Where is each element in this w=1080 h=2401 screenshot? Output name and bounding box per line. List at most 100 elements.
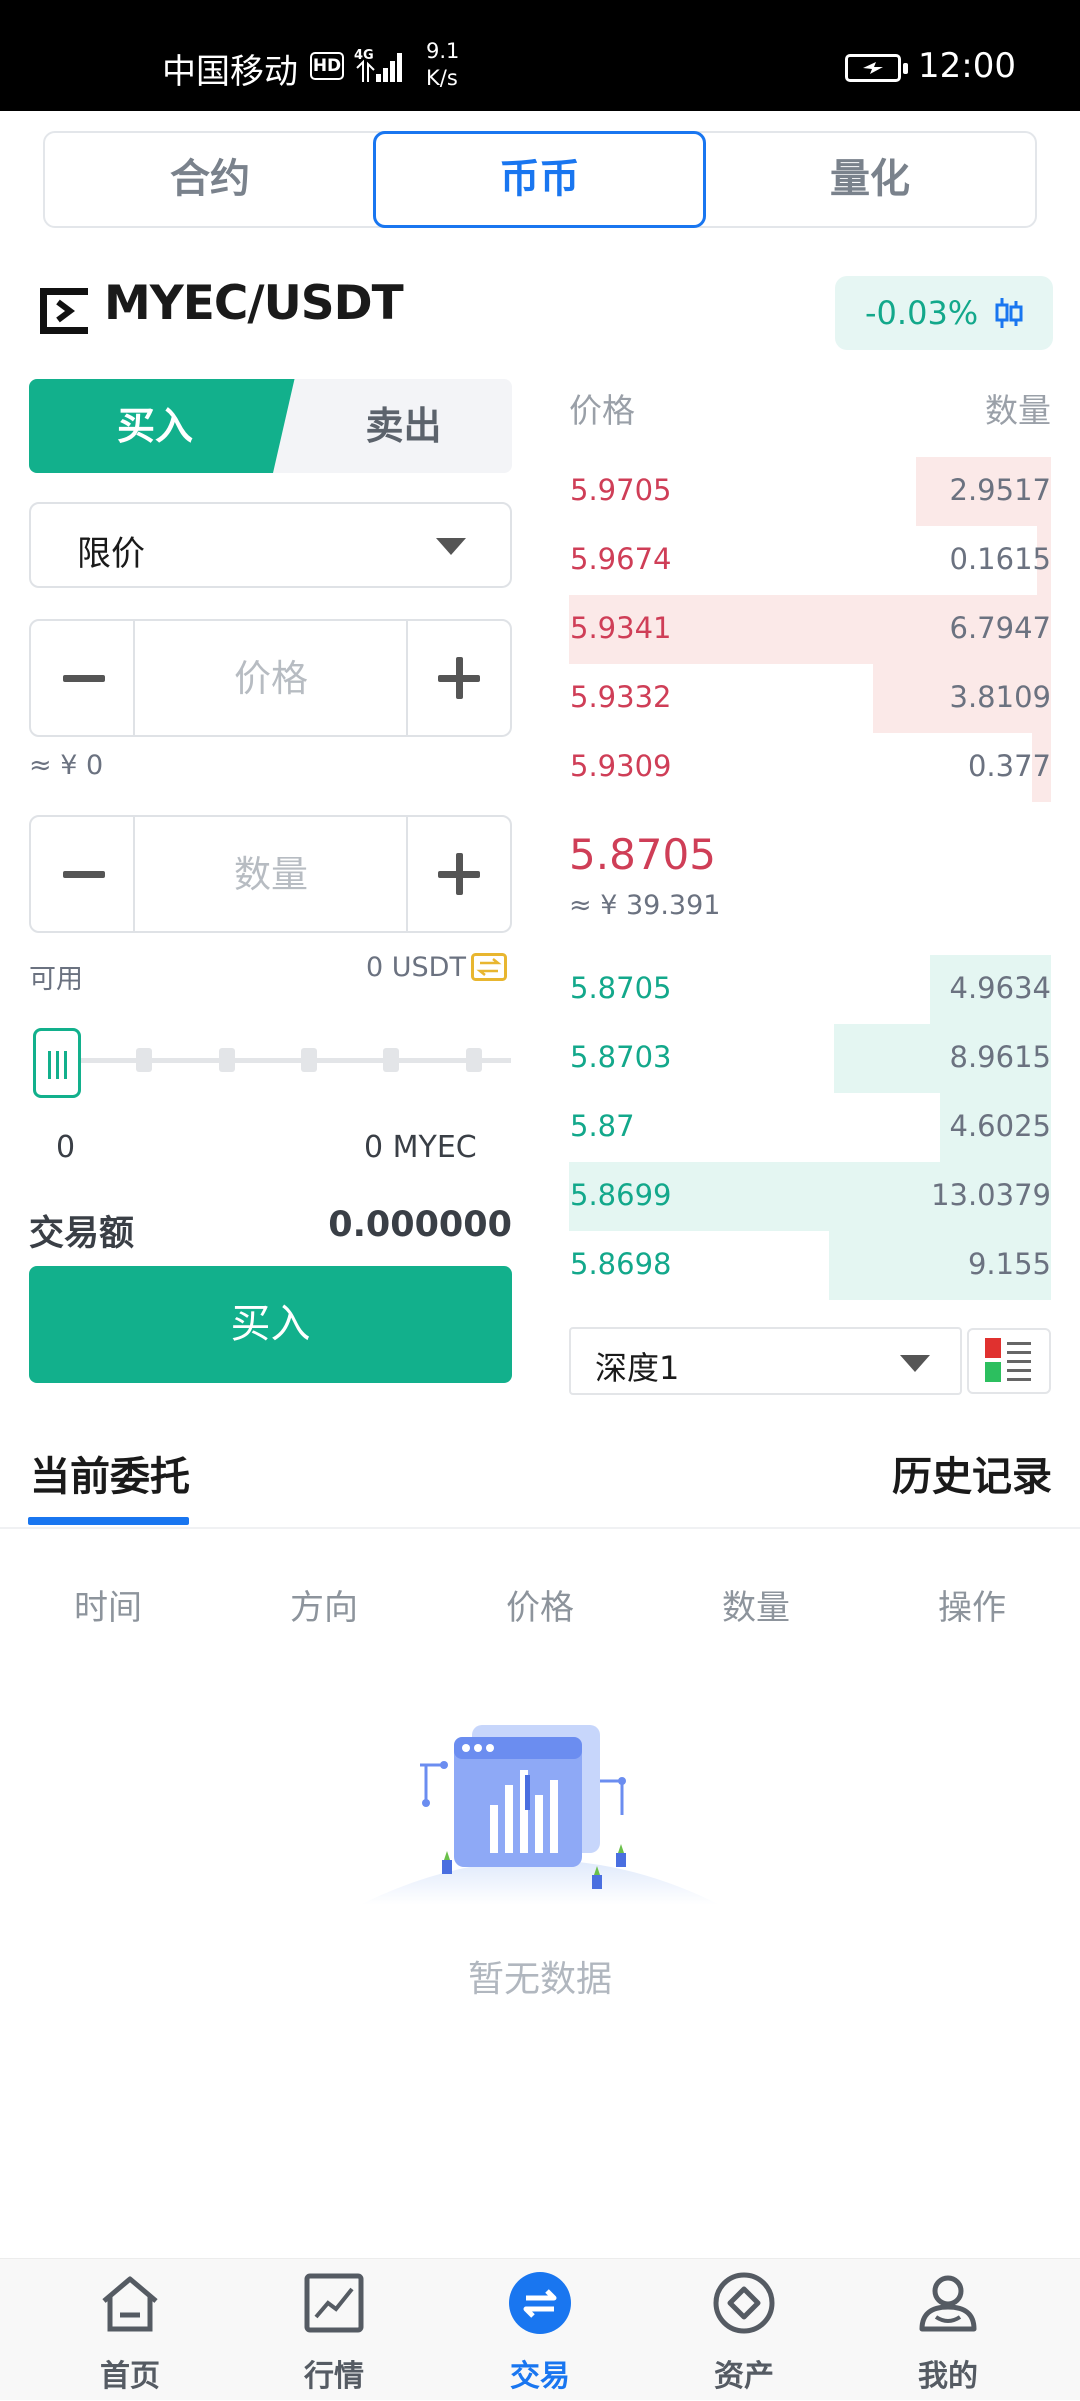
tab-order-history[interactable]: 历史记录 — [892, 1444, 1052, 1502]
speed-unit: K/s — [426, 66, 458, 90]
slider-min-label: 0 — [56, 1130, 76, 1165]
order-type-select[interactable]: 限价 — [29, 502, 512, 588]
ask-price: 5.9341 — [570, 611, 672, 645]
empty-state-illustration — [360, 1725, 720, 1905]
bid-price: 5.8699 — [570, 1178, 672, 1212]
slider-thumb[interactable] — [33, 1028, 81, 1098]
ask-row[interactable]: 5.9674 0.1615 — [569, 526, 1051, 595]
tab-current-orders[interactable]: 当前委托 — [30, 1444, 190, 1502]
ask-row[interactable]: 5.9309 0.377 — [569, 733, 1051, 802]
speed-value: 9.1 — [426, 39, 460, 63]
ask-row[interactable]: 5.9341 6.7947 — [569, 595, 1051, 664]
column-direction: 方向 — [290, 1588, 358, 1628]
chevron-down-icon — [900, 1355, 930, 1372]
slider-tick-100[interactable] — [466, 1048, 482, 1072]
price-stepper — [29, 619, 512, 737]
signal-icon: 4G — [354, 48, 402, 82]
ask-row[interactable]: 5.9332 3.8109 — [569, 664, 1051, 733]
slider-tick-75[interactable] — [301, 1048, 317, 1072]
ask-quantity: 0.377 — [967, 749, 1051, 783]
bid-row[interactable]: 5.8698 9.155 — [569, 1231, 1051, 1300]
tab-quant[interactable]: 量化 — [705, 133, 1035, 226]
profile-icon — [919, 2275, 977, 2332]
clock: 12:00 — [918, 46, 1016, 86]
depth-select[interactable]: 深度1 — [569, 1327, 962, 1395]
bid-row[interactable]: 5.8705 4.9634 — [569, 955, 1051, 1024]
exchange-icon — [509, 2272, 571, 2334]
nav-home[interactable]: 首页 — [40, 2259, 220, 2401]
sell-tab[interactable]: 卖出 — [273, 379, 512, 473]
hd-badge: HD — [310, 52, 344, 80]
ask-price: 5.9309 — [570, 749, 672, 783]
divider — [0, 1527, 1080, 1529]
bid-quantity: 4.6025 — [949, 1109, 1051, 1143]
candlestick-icon[interactable] — [995, 298, 1023, 328]
transfer-icon[interactable] — [471, 953, 507, 981]
ask-quantity: 3.8109 — [949, 680, 1051, 714]
bid-quantity: 4.9634 — [949, 971, 1051, 1005]
quantity-decrease-button[interactable] — [31, 817, 135, 931]
bid-row[interactable]: 5.87 4.6025 — [569, 1093, 1051, 1162]
carrier-name: 中国移动 — [162, 52, 298, 92]
bottom-navigation: 首页 行情 交易 资产 我的 — [0, 2258, 1080, 2400]
ask-row[interactable]: 5.9705 2.9517 — [569, 457, 1051, 526]
last-price: 5.8705 — [569, 830, 716, 879]
bid-price: 5.87 — [570, 1109, 635, 1143]
bid-quantity: 9.155 — [967, 1247, 1051, 1281]
tab-spot[interactable]: 币币 — [373, 131, 706, 228]
nav-trade-label: 交易 — [510, 2359, 570, 2394]
orderbook-price-header: 价格 — [569, 391, 635, 430]
ask-quantity: 6.7947 — [949, 611, 1051, 645]
nav-home-label: 首页 — [100, 2359, 160, 2394]
price-decrease-button[interactable] — [31, 621, 135, 735]
price-input[interactable] — [137, 621, 405, 735]
price-increase-button[interactable] — [406, 621, 510, 735]
network-speed: 9.1 K/s — [426, 38, 459, 92]
ask-price: 5.9674 — [570, 542, 672, 576]
price-cny-estimate: ≈ ¥ 0 — [29, 750, 104, 781]
nav-market-label: 行情 — [304, 2359, 364, 2394]
last-price-cny: ≈ ¥ 39.391 — [569, 890, 721, 921]
trade-amount-value: 0.000000 — [328, 1205, 512, 1245]
buy-sell-toggle: 买入 卖出 — [29, 379, 512, 473]
bid-row[interactable]: 5.8703 8.9615 — [569, 1024, 1051, 1093]
orderbook-qty-header: 数量 — [985, 391, 1051, 430]
ask-quantity: 2.9517 — [949, 473, 1051, 507]
orderbook-layout-button[interactable] — [967, 1328, 1051, 1394]
column-time: 时间 — [74, 1588, 142, 1628]
nav-assets[interactable]: 资产 — [654, 2259, 834, 2401]
quantity-input[interactable] — [137, 817, 405, 931]
chevron-down-icon — [436, 538, 466, 555]
amount-slider[interactable] — [29, 1024, 511, 1100]
bid-row[interactable]: 5.8699 13.0379 — [569, 1162, 1051, 1231]
depth-value: 深度1 — [595, 1349, 680, 1387]
order-type-value: 限价 — [77, 534, 145, 574]
trade-amount-label: 交易额 — [29, 1214, 135, 1254]
tab-futures[interactable]: 合约 — [45, 133, 375, 226]
buy-tab[interactable]: 买入 — [29, 379, 299, 473]
available-value: 0 USDT — [366, 952, 466, 983]
column-action: 操作 — [938, 1588, 1006, 1628]
nav-profile-label: 我的 — [918, 2359, 978, 2394]
quantity-stepper — [29, 815, 512, 933]
nav-trade[interactable]: 交易 — [450, 2259, 630, 2401]
slider-max-label: 0 MYEC — [364, 1130, 477, 1165]
nav-profile[interactable]: 我的 — [858, 2259, 1038, 2401]
slider-tick-25[interactable] — [136, 1048, 152, 1072]
nav-assets-label: 资产 — [714, 2359, 774, 2394]
available-label: 可用 — [29, 964, 83, 995]
bid-price: 5.8703 — [570, 1040, 672, 1074]
nav-market[interactable]: 行情 — [244, 2259, 424, 2401]
slider-tick-50[interactable] — [219, 1048, 235, 1072]
menu-icon[interactable] — [40, 288, 88, 334]
quantity-increase-button[interactable] — [406, 817, 510, 931]
ask-quantity: 0.1615 — [949, 542, 1051, 576]
column-quantity: 数量 — [722, 1588, 790, 1628]
orderbook-layout-icon — [985, 1338, 1031, 1382]
slider-tick-100a[interactable] — [383, 1048, 399, 1072]
column-price: 价格 — [506, 1588, 574, 1628]
home-icon — [102, 2276, 158, 2332]
price-change-badge[interactable]: -0.03% — [835, 276, 1053, 350]
pair-name[interactable]: MYEC/USDT — [104, 276, 404, 331]
buy-button[interactable]: 买入 — [29, 1266, 512, 1383]
